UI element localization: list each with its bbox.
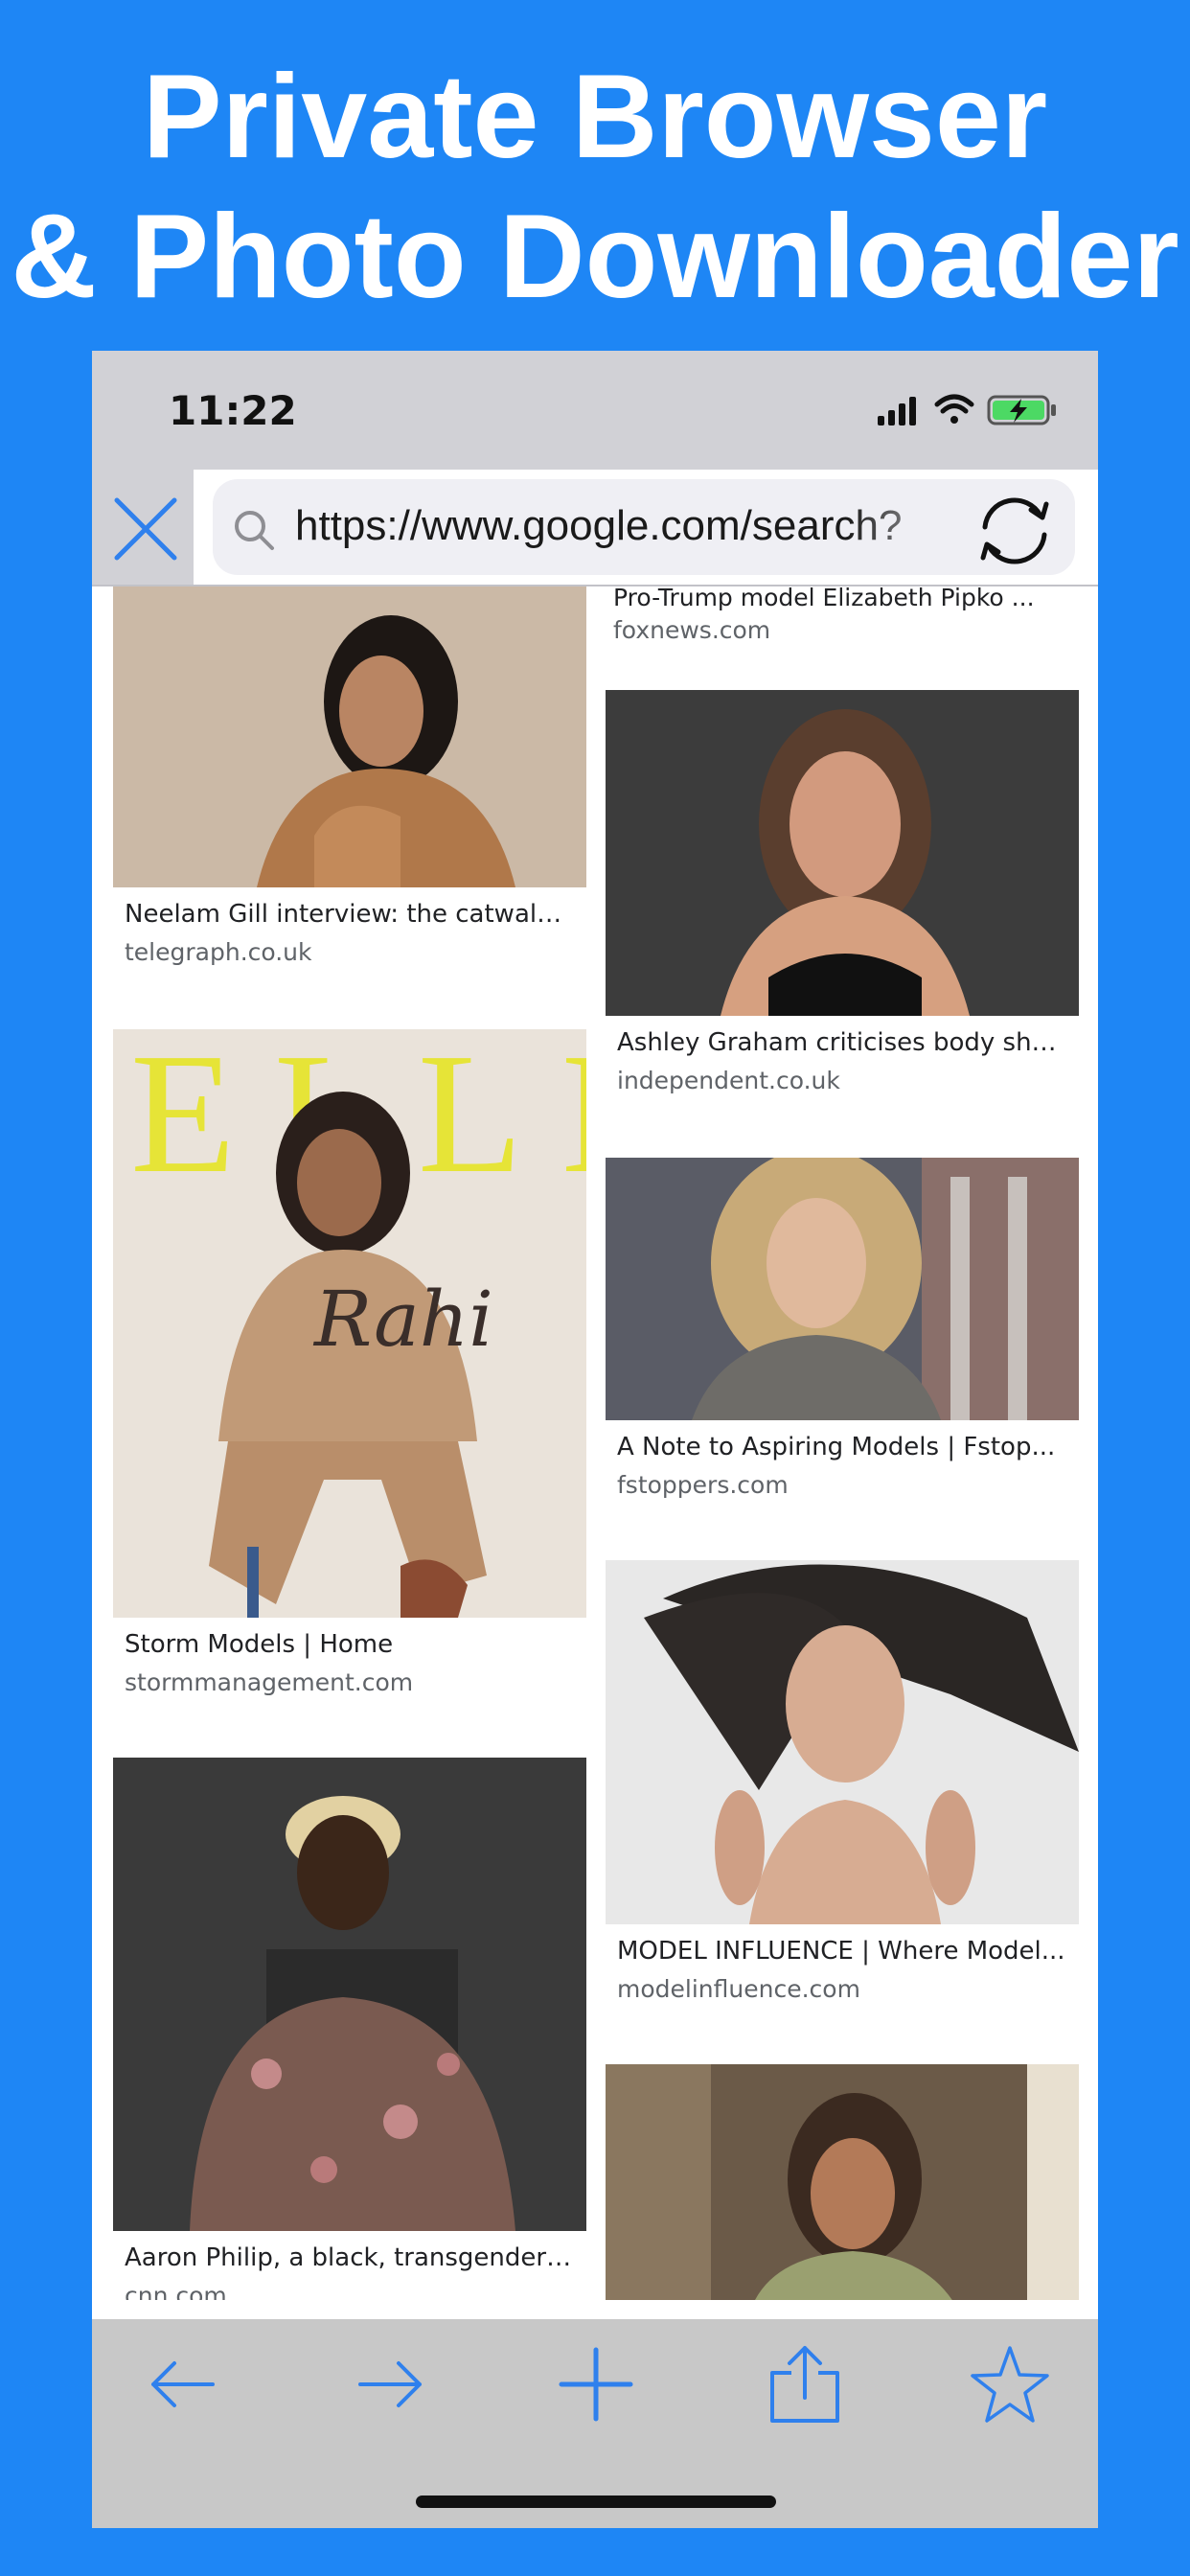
portrait-image <box>606 2064 1079 2300</box>
wifi-icon <box>934 394 974 424</box>
result-title[interactable]: MODEL INFLUENCE | Where Model... <box>606 1932 1079 1970</box>
close-icon <box>114 497 177 561</box>
svg-text:Rahi: Rahi <box>312 1275 493 1364</box>
status-icons <box>878 393 1060 427</box>
close-button[interactable] <box>113 496 178 562</box>
headline-line-1: Private Browser <box>142 51 1048 183</box>
result-photo[interactable] <box>113 586 586 887</box>
image-results: Pro-Trump model Elizabeth Pipko ... foxn… <box>92 586 1098 2300</box>
result-card[interactable]: Neelam Gill interview: the catwalk ... t… <box>113 586 586 972</box>
url-bar: https://www.google.com/search? <box>92 470 1098 586</box>
result-title[interactable]: Neelam Gill interview: the catwalk ... <box>113 895 586 933</box>
bookmark-button[interactable] <box>970 2344 1050 2425</box>
result-card[interactable]: A Note to Aspiring Models | Fstop... fst… <box>606 1158 1079 1505</box>
result-photo[interactable] <box>606 2064 1079 2300</box>
home-indicator[interactable] <box>416 2496 776 2508</box>
url-panel: https://www.google.com/search? <box>194 470 1098 585</box>
result-photo[interactable] <box>606 690 1079 1016</box>
status-bar: 11:22 <box>92 351 1098 470</box>
battery-charging-icon <box>987 395 1056 426</box>
back-button[interactable] <box>142 2344 222 2425</box>
result-photo[interactable] <box>606 1560 1079 1924</box>
result-card[interactable]: Aaron Philip, a black, transgender ... c… <box>113 1758 586 2300</box>
result-card[interactable]: ELLE Rahi Storm Models | Home stormmanag… <box>113 1029 586 1702</box>
result-card[interactable] <box>606 2064 1079 2300</box>
url-input[interactable]: https://www.google.com/search? <box>213 479 1075 575</box>
result-source: modelinfluence.com <box>617 1975 860 2003</box>
back-arrow-icon <box>151 2361 215 2407</box>
headline-line-2: & Photo Downloader <box>11 191 1179 323</box>
bottom-toolbar <box>92 2319 1098 2528</box>
share-icon <box>770 2346 839 2423</box>
result-source: independent.co.uk <box>617 1067 840 1094</box>
portrait-image <box>113 586 586 887</box>
result-source: telegraph.co.uk <box>125 938 312 966</box>
result-title[interactable]: Storm Models | Home <box>113 1625 586 1664</box>
result-photo[interactable]: ELLE Rahi <box>113 1029 586 1618</box>
search-icon <box>235 511 274 550</box>
result-title[interactable]: Ashley Graham criticises body sha... <box>606 1024 1079 1062</box>
result-card[interactable]: Ashley Graham criticises body sha... ind… <box>606 690 1079 1100</box>
new-tab-button[interactable] <box>556 2344 636 2425</box>
result-card[interactable]: MODEL INFLUENCE | Where Model... modelin… <box>606 1560 1079 2009</box>
reload-icon <box>980 497 1049 564</box>
forward-button[interactable] <box>351 2344 431 2425</box>
url-text[interactable]: https://www.google.com/search? <box>295 502 985 556</box>
reload-button[interactable] <box>972 493 1058 569</box>
result-title[interactable]: Aaron Philip, a black, transgender ... <box>113 2239 586 2277</box>
result-title[interactable]: A Note to Aspiring Models | Fstop... <box>606 1428 1079 1466</box>
plus-icon <box>559 2347 633 2422</box>
cellular-signal-icon <box>878 397 916 426</box>
magazine-cover-image: ELLE Rahi <box>113 1029 586 1618</box>
star-icon <box>971 2346 1049 2423</box>
result-source: cnn.com <box>125 2282 227 2300</box>
portrait-image <box>606 1158 1079 1420</box>
portrait-image <box>606 690 1079 1016</box>
status-time: 11:22 <box>169 387 297 434</box>
result-source: stormmanagement.com <box>125 1668 414 1696</box>
result-source: foxnews.com <box>613 616 771 644</box>
portrait-image <box>113 1758 586 2231</box>
result-photo[interactable] <box>113 1758 586 2231</box>
forward-arrow-icon <box>358 2361 422 2407</box>
phone-screen: 11:22 https://www.google.com/search? Pro… <box>92 351 1098 2528</box>
share-button[interactable] <box>765 2344 845 2425</box>
result-photo[interactable] <box>606 1158 1079 1420</box>
portrait-image <box>606 1560 1079 1924</box>
result-source: fstoppers.com <box>617 1471 789 1499</box>
